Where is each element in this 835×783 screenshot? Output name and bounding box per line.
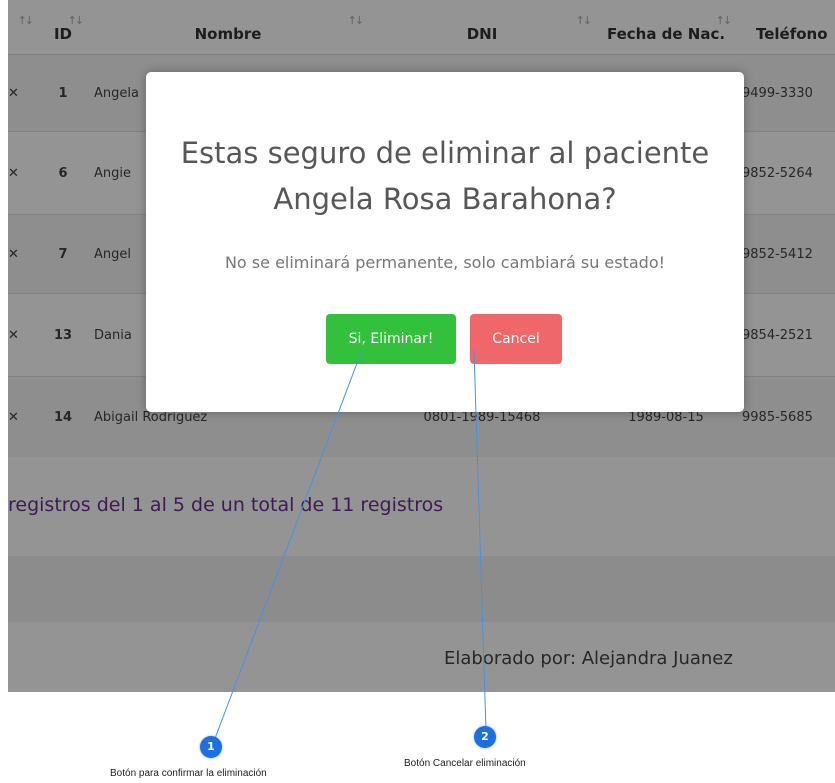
callout-line-1	[213, 349, 363, 742]
callout-label-2: Botón Cancelar eliminación	[404, 758, 526, 769]
callout-lines	[213, 349, 487, 742]
callout-badge-1: 1	[200, 736, 222, 758]
callout-label-1: Botón para confirmar la eliminación	[110, 768, 267, 779]
callout-badge-2: 2	[474, 726, 496, 748]
callout-line-2	[473, 349, 487, 732]
